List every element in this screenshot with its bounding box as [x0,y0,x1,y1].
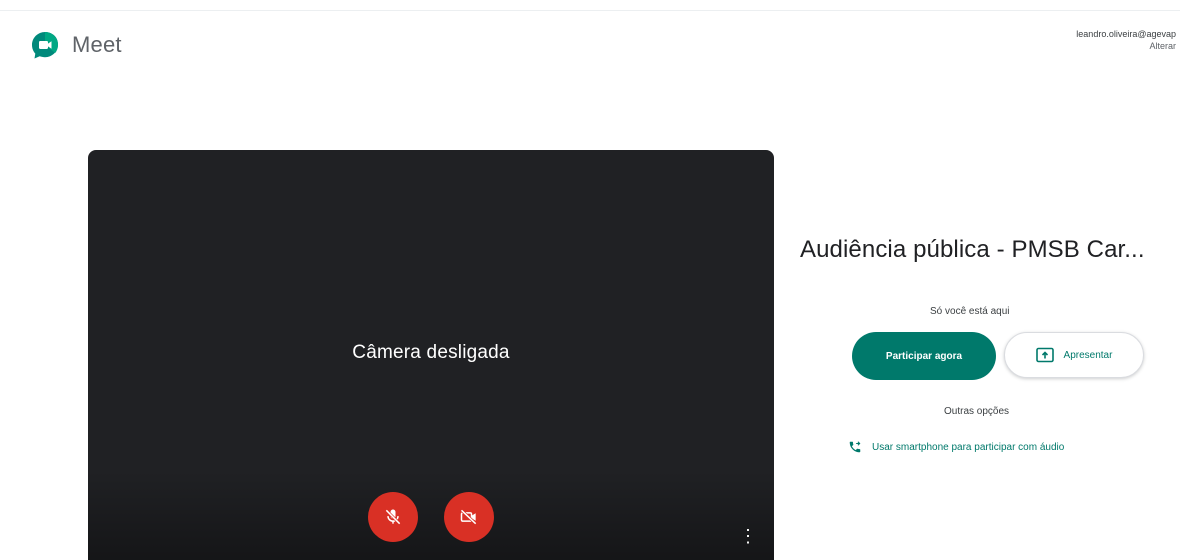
account-email: leandro.oliveira@agevap [1076,29,1176,39]
meet-logo-icon [32,32,58,59]
preview-gradient [88,470,774,560]
more-options-button[interactable]: ⋮ [736,524,760,548]
app-header: Meet leandro.oliveira@agevap Alterar [0,10,1180,74]
present-button[interactable]: Apresentar [1004,332,1144,378]
present-button-label: Apresentar [1063,349,1113,361]
other-options-heading: Outras opções [944,406,1010,417]
camera-off-message: Câmera desligada [352,342,510,363]
phone-audio-option-label: Usar smartphone para participar com áudi… [872,441,1065,453]
more-vert-icon: ⋮ [739,526,757,546]
present-to-all-icon [1035,347,1054,363]
presence-status: Só você está aqui [930,306,1010,317]
meet-logo[interactable]: Meet [30,30,122,60]
app-name: Meet [72,32,122,57]
switch-account-link[interactable]: Alterar [1076,40,1176,52]
mic-off-icon [385,509,401,525]
phone-forwarded-icon [849,441,861,453]
mic-toggle-button[interactable] [368,492,418,542]
meeting-title: Audiência pública - PMSB Car... [800,236,1145,263]
video-preview: Câmera desligada ⋮ [88,150,774,560]
videocam-off-icon [460,509,477,525]
join-now-button[interactable]: Participar agora [852,332,996,380]
camera-toggle-button[interactable] [444,492,494,542]
phone-audio-option[interactable]: Usar smartphone para participar com áudi… [848,440,1064,454]
account-info[interactable]: leandro.oliveira@agevap Alterar [1076,28,1176,52]
join-panel: Audiência pública - PMSB Car... Só você … [800,236,1180,453]
